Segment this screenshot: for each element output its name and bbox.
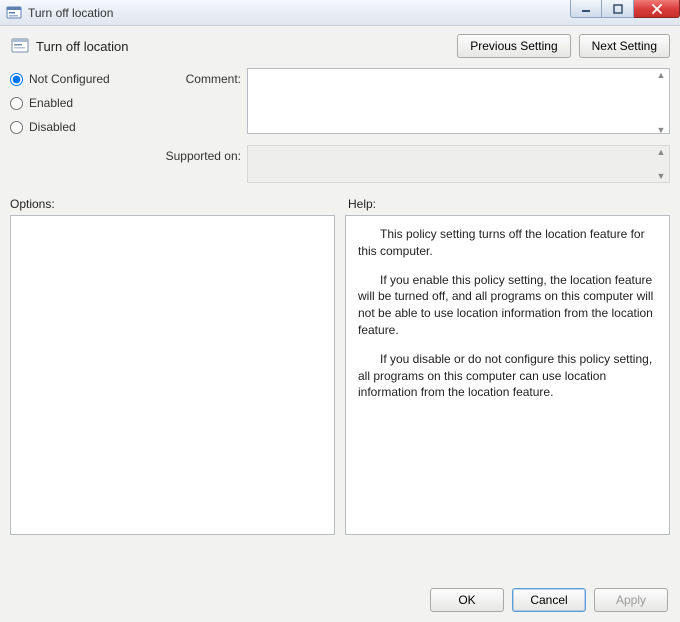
footer-buttons: OK Cancel Apply — [430, 588, 668, 612]
help-paragraph: If you disable or do not configure this … — [358, 351, 657, 401]
cancel-button[interactable]: Cancel — [512, 588, 586, 612]
panels: This policy setting turns off the locati… — [10, 215, 670, 535]
radio-enabled-input[interactable] — [10, 97, 23, 110]
top-grid: Not Configured Enabled Disabled Comment:… — [10, 68, 670, 183]
options-label: Options: — [10, 197, 340, 211]
ok-button[interactable]: OK — [430, 588, 504, 612]
header-left: Turn off location — [10, 36, 129, 56]
comment-textarea[interactable] — [247, 68, 670, 134]
radio-disabled-input[interactable] — [10, 121, 23, 134]
minimize-button[interactable] — [570, 0, 602, 18]
supported-on-wrap: ▲ ▼ — [247, 145, 670, 183]
options-panel — [10, 215, 335, 535]
policy-title: Turn off location — [36, 39, 129, 54]
radio-disabled[interactable]: Disabled — [10, 120, 145, 134]
radio-not-configured[interactable]: Not Configured — [10, 72, 145, 86]
help-paragraph: If you enable this policy setting, the l… — [358, 272, 657, 339]
radio-not-configured-input[interactable] — [10, 73, 23, 86]
header-row: Turn off location Previous Setting Next … — [10, 34, 670, 58]
help-label: Help: — [340, 197, 670, 211]
state-radios: Not Configured Enabled Disabled — [10, 68, 145, 134]
dialog-body: Turn off location Previous Setting Next … — [0, 26, 680, 622]
app-icon — [6, 5, 22, 21]
close-button[interactable] — [634, 0, 680, 18]
next-setting-button[interactable]: Next Setting — [579, 34, 670, 58]
supported-on-label: Supported on: — [151, 145, 241, 163]
window-title: Turn off location — [28, 6, 113, 20]
nav-buttons: Previous Setting Next Setting — [457, 34, 670, 58]
radio-enabled[interactable]: Enabled — [10, 96, 145, 110]
apply-button[interactable]: Apply — [594, 588, 668, 612]
supported-on-box — [247, 145, 670, 183]
maximize-button[interactable] — [602, 0, 634, 18]
previous-setting-button[interactable]: Previous Setting — [457, 34, 570, 58]
help-panel: This policy setting turns off the locati… — [345, 215, 670, 535]
comment-wrap: ▲ ▼ — [247, 68, 670, 137]
window-buttons — [570, 0, 680, 18]
help-paragraph: This policy setting turns off the locati… — [358, 226, 657, 260]
title-bar: Turn off location — [0, 0, 680, 26]
radio-disabled-label: Disabled — [29, 120, 76, 134]
policy-icon — [10, 36, 30, 56]
radio-not-configured-label: Not Configured — [29, 72, 110, 86]
section-labels: Options: Help: — [10, 197, 670, 211]
comment-label: Comment: — [151, 68, 241, 86]
radio-enabled-label: Enabled — [29, 96, 73, 110]
